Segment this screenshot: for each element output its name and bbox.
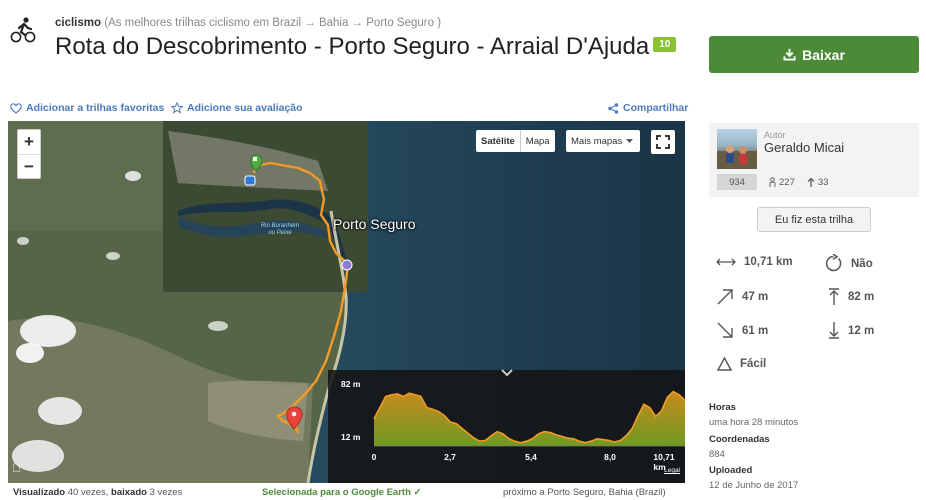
- download-button[interactable]: Baixar: [709, 36, 919, 73]
- more-maps-dropdown[interactable]: Mais mapas: [566, 130, 640, 152]
- loop-metric: Não: [824, 254, 873, 273]
- elevation-profile[interactable]: 82 m 12 m 0 2,7 5,4 8,0 10,71 km Legal: [328, 369, 685, 483]
- coordinates-value: 884: [709, 449, 725, 460]
- loop-icon: [825, 254, 842, 272]
- fullscreen-button[interactable]: [651, 130, 675, 154]
- max-altitude-metric: 82 m: [828, 288, 874, 305]
- uploaded-label: Uploaded: [709, 465, 753, 476]
- distance-value: 10,71 km: [744, 256, 793, 268]
- uphill-metric: 47 m: [717, 288, 768, 305]
- distance-icon: [716, 258, 736, 266]
- satellite-button[interactable]: Satélite: [476, 130, 521, 152]
- downhill-metric: 61 m: [717, 322, 768, 339]
- google-earth-link[interactable]: Selecionada para o Google Earth ✓: [262, 487, 421, 498]
- stats-text: Visualizado 40 vezes, baixado 3 vezes: [13, 487, 183, 498]
- bike-icon: [10, 17, 36, 43]
- author-card[interactable]: Autor Geraldo Micai 934 227 33: [709, 123, 919, 197]
- fullscreen-icon: [656, 135, 670, 149]
- river-label: Rio Buranhém ou Peixe: [260, 223, 300, 236]
- download-label: Baixar: [802, 46, 845, 63]
- near-location: próximo a Porto Seguro, Bahia (Brazil): [503, 487, 666, 498]
- add-favorite-label: Adicionar a trilhas favoritas: [26, 102, 165, 114]
- add-favorite-button[interactable]: Adicionar a trilhas favoritas: [10, 102, 164, 114]
- map-type-toggle: Satélite Mapa: [476, 130, 555, 152]
- more-maps-label: Mais mapas: [571, 135, 623, 147]
- caret-down-icon: [626, 138, 634, 143]
- share-button[interactable]: Compartilhar: [608, 102, 688, 114]
- uploaded-value: 12 de Junho de 2017: [709, 480, 799, 491]
- breadcrumb: ciclismo (As melhores trilhas ciclismo e…: [55, 17, 441, 29]
- elevation-x-tick: 8,0: [604, 452, 616, 462]
- downhill-value: 61 m: [742, 324, 769, 337]
- uphill-icon: [717, 289, 733, 305]
- viewed-value: 40 vezes: [67, 487, 106, 498]
- coordinates-label: Coordenadas: [709, 434, 770, 445]
- downloaded-value: 3 vezes: [149, 487, 183, 498]
- download-icon: [783, 48, 796, 61]
- i-did-this-trail-button[interactable]: Eu fiz esta trilha: [757, 207, 871, 232]
- star-icon: [171, 102, 183, 114]
- max-altitude-icon: [829, 288, 839, 305]
- author-stats: 934 227 33: [717, 174, 828, 190]
- elevation-area: [374, 391, 685, 446]
- breadcrumb-activity-link[interactable]: ciclismo: [55, 17, 101, 29]
- elevation-x-tick: 0: [371, 452, 377, 462]
- elevation-x-tick: 2,7: [444, 452, 456, 462]
- check-icon: ✓: [413, 487, 422, 498]
- followers-icon: [769, 176, 776, 187]
- viewed-label: Visualizado: [13, 487, 66, 498]
- min-altitude-icon: [829, 322, 839, 339]
- difficulty-value: Fácil: [740, 358, 767, 370]
- following-count: 33: [817, 176, 829, 188]
- downhill-icon: [717, 322, 733, 338]
- difficulty-metric: Fácil: [717, 357, 766, 371]
- followers-stat[interactable]: 227: [769, 177, 795, 188]
- apple-logo-icon: : [12, 461, 21, 475]
- min-altitude-metric: 12 m: [828, 322, 874, 339]
- google-earth-label: Selecionada para o Google Earth: [262, 487, 411, 498]
- add-review-label: Adicione sua avaliação: [187, 102, 303, 114]
- following-icon: [807, 177, 815, 187]
- elevation-chart: [373, 390, 685, 447]
- breadcrumb-path[interactable]: (As melhores trilhas ciclismo em Brazil …: [104, 17, 441, 29]
- zoom-control: + −: [17, 129, 41, 179]
- heart-icon: [10, 102, 22, 114]
- share-icon: [608, 102, 619, 114]
- time-value: uma hora 28 minutos: [709, 417, 799, 428]
- author-trail-count[interactable]: 934: [717, 174, 757, 190]
- uphill-value: 47 m: [742, 290, 769, 303]
- time-label: Horas: [709, 402, 736, 413]
- downloaded-label: baixado: [111, 487, 147, 498]
- author-name[interactable]: Geraldo Micai: [764, 140, 844, 155]
- followers-count: 227: [779, 176, 795, 188]
- legal-link[interactable]: Legal: [664, 467, 680, 474]
- author-caption: Autor: [764, 130, 786, 140]
- city-label: Porto Seguro: [333, 216, 416, 232]
- distance-metric: 10,71 km: [716, 256, 793, 268]
- following-stat[interactable]: 33: [807, 176, 829, 188]
- page-title: Rota do Descobrimento - Porto Seguro - A…: [55, 33, 695, 61]
- min-altitude-value: 12 m: [848, 324, 875, 337]
- avatar[interactable]: [717, 129, 757, 169]
- zoom-out-button[interactable]: −: [18, 154, 40, 178]
- difficulty-icon: [717, 357, 732, 371]
- map-view[interactable]: Porto Seguro Rio Buranhém ou Peixe + − S…: [8, 121, 685, 483]
- rating-badge: 10: [653, 37, 677, 53]
- trail-title: Rota do Descobrimento - Porto Seguro - A…: [55, 33, 650, 60]
- max-altitude-value: 82 m: [848, 290, 875, 303]
- share-label: Compartilhar: [623, 102, 689, 114]
- elevation-x-tick: 5,4: [525, 452, 537, 462]
- zoom-in-button[interactable]: +: [18, 130, 40, 154]
- loop-value: Não: [851, 257, 873, 270]
- add-review-button[interactable]: Adicione sua avaliação: [171, 102, 303, 114]
- map-button[interactable]: Mapa: [521, 130, 555, 152]
